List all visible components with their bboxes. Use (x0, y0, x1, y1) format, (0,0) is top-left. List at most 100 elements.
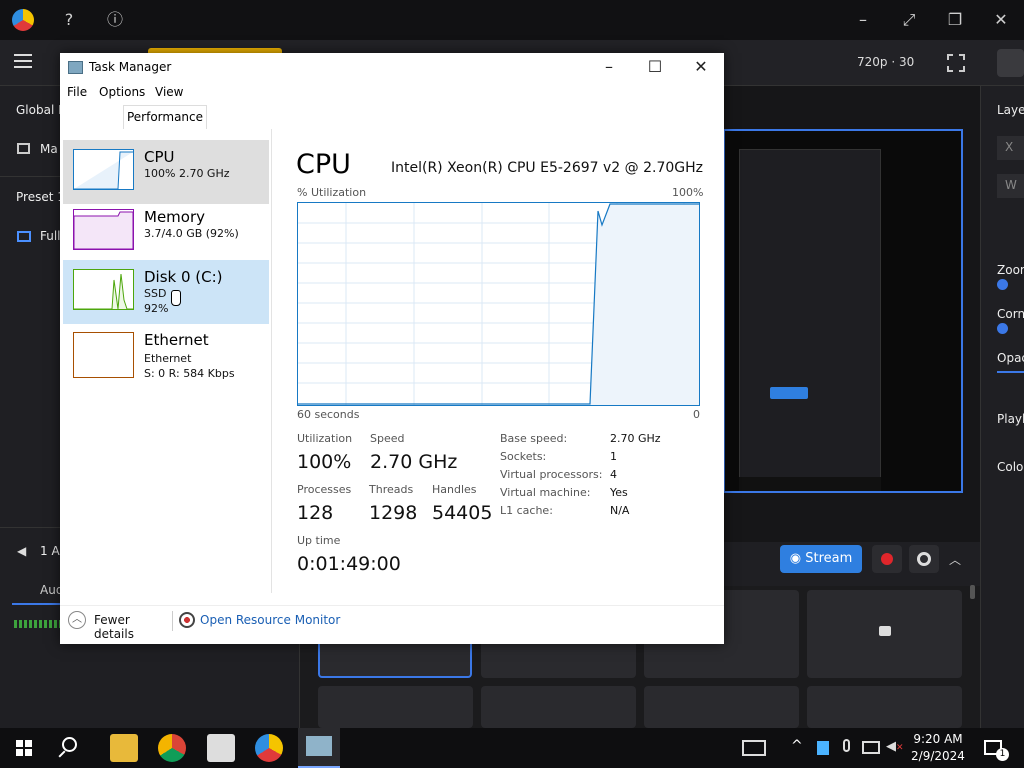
ethernet-thumbnail (73, 332, 134, 378)
stream-preview[interactable] (723, 129, 963, 493)
color-label: Colo (997, 460, 1024, 474)
help-icon[interactable]: ? (57, 8, 81, 32)
detail-key: Sockets: (500, 450, 547, 463)
resource-ethernet[interactable]: Ethernet Ethernet S: 0 R: 584 Kbps (63, 326, 269, 390)
zoom-label: Zoom (997, 263, 1024, 277)
task-manager-taskbar-button[interactable] (298, 728, 340, 768)
nested-taskbar (739, 477, 881, 491)
broadcast-icon: ◉ (789, 551, 806, 566)
microphone-icon[interactable] (843, 739, 850, 752)
global-label: Global F (16, 103, 65, 117)
resource-detail: 100% 2.70 GHz (144, 167, 230, 180)
stream-button[interactable]: ◉ Stream (780, 545, 862, 573)
maximize-button[interactable]: ☐ (632, 53, 678, 83)
detail-value: 4 (610, 468, 617, 481)
handles-label: Handles (432, 483, 477, 496)
resource-cpu[interactable]: CPU 100% 2.70 GHz (63, 140, 269, 204)
corner-slider-thumb[interactable] (997, 323, 1008, 334)
fewer-details-button[interactable]: ︿ Fewer details (68, 611, 168, 641)
audio-meter (14, 620, 60, 628)
uptime-value: 0:01:49:00 (297, 553, 401, 575)
stream-label: Stream (805, 551, 853, 566)
streaming-app-icon[interactable] (255, 734, 283, 762)
menu-view[interactable]: View (155, 85, 183, 99)
detail-value: N/A (610, 504, 630, 517)
nested-preview (739, 149, 881, 479)
notification-badge: 1 (996, 748, 1009, 761)
windows-start-icon[interactable] (16, 740, 32, 756)
task-manager-window: Task Manager – ☐ ✕ File Options View Per… (60, 53, 724, 644)
detail-key: Virtual machine: (500, 486, 591, 499)
preset-label[interactable]: Preset 1 (16, 190, 65, 204)
keyboard-icon[interactable] (742, 740, 766, 756)
scene-tile[interactable] (481, 686, 636, 728)
camera-app-icon[interactable] (207, 734, 235, 762)
full-item[interactable]: Full (40, 229, 61, 243)
detail-key: L1 cache: (500, 504, 553, 517)
chrome-icon[interactable] (158, 734, 186, 762)
detail-value: 1 (610, 450, 617, 463)
side-button[interactable] (997, 49, 1024, 77)
network-icon[interactable] (862, 741, 880, 754)
processes-value: 128 (297, 502, 334, 524)
minimize-button[interactable]: – (586, 53, 632, 83)
titlebar: Task Manager – ☐ ✕ (60, 53, 724, 83)
info-icon[interactable]: ⓘ (103, 8, 127, 32)
menu-options[interactable]: Options (99, 85, 145, 99)
close-icon[interactable]: ✕ (989, 8, 1013, 32)
tray-app-icon[interactable] (817, 741, 829, 755)
memory-thumbnail (73, 209, 134, 250)
x-field-label: X (1005, 140, 1014, 154)
layers-label: Laye (997, 103, 1024, 117)
time: 9:20 AM (913, 732, 963, 746)
monitor-icon (17, 231, 31, 242)
opacity-label: Opac (997, 351, 1024, 365)
speaker-muted-icon[interactable]: ◀✕ (886, 739, 904, 754)
record-button[interactable] (872, 545, 902, 573)
media-item[interactable]: Ma (40, 142, 58, 156)
tab-performance[interactable]: Performance (123, 105, 207, 129)
lock-icon (879, 626, 891, 636)
playlist-label: Playl (997, 412, 1024, 426)
cpu-graph (297, 202, 700, 406)
scene-tile[interactable] (807, 686, 962, 728)
hamburger-icon[interactable] (14, 54, 32, 68)
menu-bar: File Options View (60, 83, 724, 103)
task-manager-icon (68, 61, 83, 74)
max-axis-label: 100% (672, 186, 704, 199)
resource-detail: SSD (144, 287, 167, 300)
chevron-up-tray-icon[interactable]: ^ (791, 738, 803, 754)
nested-stream-button (770, 387, 808, 399)
minimize-icon[interactable]: – (851, 8, 875, 32)
detail-key: Virtual processors: (500, 468, 603, 481)
menu-file[interactable]: File (67, 85, 87, 99)
popout-icon[interactable]: ⤢ (897, 8, 921, 32)
fullscreen-icon[interactable] (947, 54, 965, 72)
resource-name: CPU (144, 148, 175, 166)
resource-name: Disk 0 (C:) (144, 268, 223, 286)
speed-label: Speed (370, 432, 405, 445)
scene-tile[interactable] (318, 686, 473, 728)
scene-tile[interactable] (807, 590, 962, 678)
resource-memory[interactable]: Memory 3.7/4.0 GB (92%) (63, 200, 269, 264)
zoom-slider-thumb[interactable] (997, 279, 1008, 290)
close-button[interactable]: ✕ (678, 53, 724, 83)
scene-tile[interactable] (644, 686, 799, 728)
disk-thumbnail (73, 269, 134, 310)
scrollbar[interactable] (970, 585, 975, 599)
resource-detail-2: 92% (144, 302, 169, 315)
detail-value: Yes (610, 486, 628, 499)
open-resource-monitor-link[interactable]: Open Resource Monitor (200, 613, 340, 627)
resource-detail: Ethernet (144, 352, 192, 365)
chevron-up-icon[interactable]: ︿ (949, 551, 961, 568)
window-title: Task Manager (89, 60, 172, 74)
mouse-cursor-icon (171, 290, 181, 306)
quality-select[interactable]: 720p · 30 (857, 55, 914, 69)
restore-icon[interactable]: ❐ (943, 8, 967, 32)
snapshot-button[interactable] (909, 545, 939, 573)
clock[interactable]: 9:20 AM 2/9/2024 (908, 731, 968, 765)
resource-detail: 3.7/4.0 GB (92%) (144, 227, 239, 240)
chevron-up-circle-icon: ︿ (68, 611, 86, 629)
resource-disk[interactable]: Disk 0 (C:) SSD 92% (63, 260, 269, 324)
file-explorer-icon[interactable] (110, 734, 138, 762)
